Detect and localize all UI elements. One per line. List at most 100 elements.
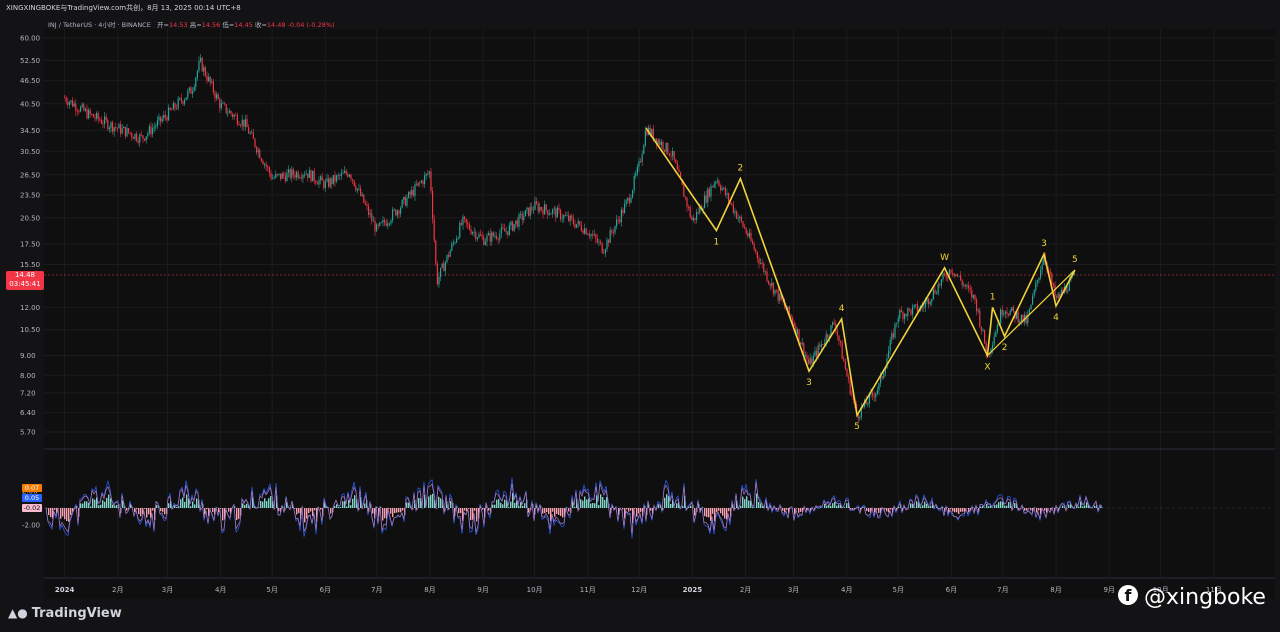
oscillator-histogram-bar xyxy=(514,502,516,508)
candle-body xyxy=(975,299,978,312)
oscillator-histogram-bar xyxy=(950,508,952,510)
candle-body xyxy=(515,220,517,225)
close-value: 14.48 xyxy=(266,21,286,29)
price-tick-label: 5.70 xyxy=(20,429,36,437)
oscillator-histogram-bar xyxy=(336,504,338,508)
author-watermark: f @xingboke xyxy=(1118,585,1266,610)
candle-body xyxy=(809,358,811,364)
oscillator-histogram-bar xyxy=(474,508,476,511)
candle-body xyxy=(833,322,835,325)
candle-body xyxy=(670,155,672,157)
candle-body xyxy=(966,285,968,287)
oscillator-histogram-bar xyxy=(712,508,714,514)
oscillator-histogram-bar xyxy=(340,507,342,508)
price-tick-label: 26.50 xyxy=(20,171,40,179)
bottom-bar xyxy=(0,599,1280,632)
candle-body xyxy=(311,170,314,182)
oscillator-histogram-bar xyxy=(890,508,892,510)
oscillator-histogram-bar xyxy=(394,508,396,514)
change-value: -0.04 (-0.28%) xyxy=(287,21,335,29)
candle-body xyxy=(705,195,707,203)
tradingview-logo[interactable]: ▲● TradingView xyxy=(8,606,122,621)
candle-body xyxy=(734,211,736,213)
candle-body xyxy=(382,220,384,223)
candle-body xyxy=(468,224,470,230)
candle-body xyxy=(940,279,942,286)
candle-body xyxy=(68,102,70,105)
oscillator-histogram-bar xyxy=(180,499,182,508)
candle-body xyxy=(196,70,198,78)
candle-body xyxy=(950,269,952,273)
candle-body xyxy=(756,251,758,259)
wave-label-3: 3 xyxy=(1041,239,1047,249)
candle-body xyxy=(599,241,602,243)
candle-body xyxy=(345,170,347,174)
candle-body xyxy=(395,209,397,216)
candle-body xyxy=(551,209,554,214)
oscillator-histogram-bar xyxy=(958,508,960,515)
candle-body xyxy=(115,127,117,129)
candle-body xyxy=(660,141,662,145)
candle-body xyxy=(471,232,474,234)
candle-body xyxy=(540,207,542,210)
candle-body xyxy=(694,218,696,220)
candle-body xyxy=(153,127,155,129)
oscillator-histogram-bar xyxy=(396,508,398,513)
oscillator-histogram-bar xyxy=(498,499,500,508)
candle-body xyxy=(142,135,144,139)
oscillator-histogram-bar xyxy=(492,504,494,508)
candle-body xyxy=(739,216,741,219)
oscillator-histogram-bar xyxy=(956,508,958,513)
candle-body xyxy=(958,275,960,277)
wave-label-5: 5 xyxy=(1072,255,1078,265)
time-tick-label: 10月 xyxy=(527,586,543,594)
candle-body xyxy=(563,215,565,219)
price-tick-label: 52.50 xyxy=(20,57,40,65)
candle-body xyxy=(422,180,424,185)
candle-body xyxy=(281,173,283,179)
oscillator-histogram-bar xyxy=(346,506,348,508)
candle-body xyxy=(991,344,994,349)
oscillator-value-blue: 0.05 xyxy=(22,494,42,502)
candle-body xyxy=(500,227,502,234)
candle-body xyxy=(100,120,102,124)
candle-body xyxy=(611,230,613,233)
wave-label-4: 4 xyxy=(1053,313,1059,323)
candle-body xyxy=(355,185,357,191)
oscillator-histogram-bar xyxy=(878,508,880,513)
price-tick-label: 15.50 xyxy=(20,261,40,269)
candle-body xyxy=(769,283,771,286)
candle-body xyxy=(239,125,242,127)
candle-body xyxy=(257,149,259,153)
candle-body xyxy=(689,206,691,217)
oscillator-histogram-bar xyxy=(398,508,400,513)
candle-body xyxy=(929,302,931,305)
candle-body xyxy=(167,107,170,121)
candle-body xyxy=(195,77,197,87)
candle-body xyxy=(527,207,530,216)
candle-body xyxy=(247,127,250,134)
candle-body xyxy=(697,212,699,213)
candle-body xyxy=(131,133,133,138)
symbol-legend[interactable]: INJ / TetherUS · 4小时 · BINANCE 开=14.53 高… xyxy=(48,19,335,29)
candle-body xyxy=(417,182,419,186)
candle-body xyxy=(193,86,195,91)
oscillator-histogram-bar xyxy=(186,494,188,508)
candle-body xyxy=(454,242,456,244)
candle-body xyxy=(935,293,938,295)
candle-body xyxy=(859,417,861,419)
oscillator-histogram-bar xyxy=(658,504,660,508)
oscillator-histogram-bar xyxy=(1036,508,1038,513)
oscillator-histogram-bar xyxy=(500,502,502,508)
candle-body xyxy=(313,170,315,181)
candle-body xyxy=(942,273,944,280)
oscillator-histogram-bar xyxy=(598,504,600,508)
oscillator-histogram-bar xyxy=(206,508,208,510)
price-chart[interactable]: 1 2 3 4 5 W X 1 2 3 4 5 60.00 52.50 46.50 40.50 34.50 30… xyxy=(0,0,1280,632)
oscillator-histogram-bar xyxy=(832,503,834,508)
close-label: 收= xyxy=(254,21,267,29)
candle-body xyxy=(505,231,507,233)
oscillator-histogram-bar xyxy=(710,508,712,521)
candle-body xyxy=(307,173,309,178)
candle-body xyxy=(537,203,539,212)
